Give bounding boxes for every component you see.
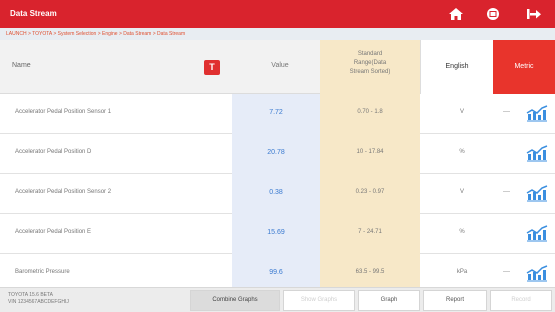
row-name: Accelerator Pedal Position E: [15, 229, 92, 235]
row-name: Accelerator Pedal Position D: [15, 149, 92, 155]
row-dash: —: [503, 188, 510, 195]
vehicle-info: TOYOTA 15.6 BETA VIN 1234567ABCDEFGHIJ: [8, 292, 69, 306]
row-value: 20.78: [267, 149, 285, 156]
breadcrumb: LAUNCH > TOYOTA > System Selection > Eng…: [0, 28, 555, 40]
row-unit: %: [459, 229, 465, 235]
row-name: Accelerator Pedal Position Sensor 1: [15, 109, 112, 115]
row-dash: —: [503, 268, 510, 275]
graph-icon[interactable]: [526, 264, 548, 282]
column-standard-header: Standard Range(Data Stream Sorted): [320, 40, 420, 94]
graph-button[interactable]: Graph: [358, 290, 420, 311]
table-row[interactable]: Accelerator Pedal Position Sensor 1 7.72 0…: [0, 94, 555, 134]
standard-header-line: Range(Data: [353, 60, 387, 66]
record-button[interactable]: Record: [490, 290, 552, 311]
row-value: 0.38: [269, 189, 283, 196]
row-unit: kPa: [456, 269, 468, 275]
row-standard-range: 63.5 - 99.5: [355, 269, 385, 275]
vehicle-info-line: TOYOTA 15.6 BETA: [8, 292, 54, 298]
column-value-header: Value: [271, 62, 289, 69]
row-standard-range: 10 - 17.84: [356, 149, 384, 155]
row-standard-range: 0.23 - 0.97: [355, 189, 385, 195]
row-standard-range: 7 - 24.71: [358, 229, 382, 235]
graph-icon[interactable]: [526, 184, 548, 202]
title-bar: Data Stream: [0, 0, 555, 28]
standard-header-line: Stream Sorted): [349, 69, 391, 75]
row-name: Accelerator Pedal Position Sensor 2: [15, 189, 112, 195]
text-size-icon[interactable]: T: [204, 60, 220, 75]
table-row[interactable]: Accelerator Pedal Position Sensor 2 0.38 0…: [0, 174, 555, 214]
footer-bar: TOYOTA 15.6 BETA VIN 1234567ABCDEFGHIJ C…: [0, 287, 555, 312]
row-value: 15.69: [267, 229, 285, 236]
home-icon[interactable]: [447, 6, 465, 22]
table-row[interactable]: Accelerator Pedal Position D 20.78 10 - 17…: [0, 134, 555, 174]
graph-icon[interactable]: [526, 144, 548, 162]
standard-header-line: Standard: [357, 51, 383, 57]
graph-icon[interactable]: [526, 224, 548, 242]
row-unit: %: [459, 149, 465, 155]
table-row[interactable]: Accelerator Pedal Position E 15.69 7 - 24.…: [0, 214, 555, 254]
row-value: 99.6: [269, 269, 283, 276]
graph-icon[interactable]: [526, 104, 548, 122]
column-name-header: Name: [12, 62, 31, 69]
row-standard-range: 0.70 - 1.8: [357, 109, 383, 115]
page-title: Data Stream: [10, 9, 57, 18]
row-value: 7.72: [269, 109, 283, 116]
report-button[interactable]: Report: [423, 290, 487, 311]
table-header: Name T Value Standard Range(Data Stream …: [0, 40, 555, 94]
unit-tab-english[interactable]: English: [420, 40, 493, 94]
row-unit: V: [459, 109, 464, 115]
show-graphs-button[interactable]: Show Graphs: [283, 290, 355, 311]
exit-icon[interactable]: [525, 6, 543, 22]
print-icon[interactable]: [484, 6, 502, 22]
vehicle-info-line: VIN 1234567ABCDEFGHIJ: [8, 299, 69, 305]
unit-tab-metric[interactable]: Metric: [493, 40, 555, 94]
row-unit: V: [459, 189, 464, 195]
row-dash: —: [503, 108, 510, 115]
row-name: Barometric Pressure: [15, 269, 70, 275]
combine-graphs-button[interactable]: Combine Graphs: [190, 290, 280, 311]
